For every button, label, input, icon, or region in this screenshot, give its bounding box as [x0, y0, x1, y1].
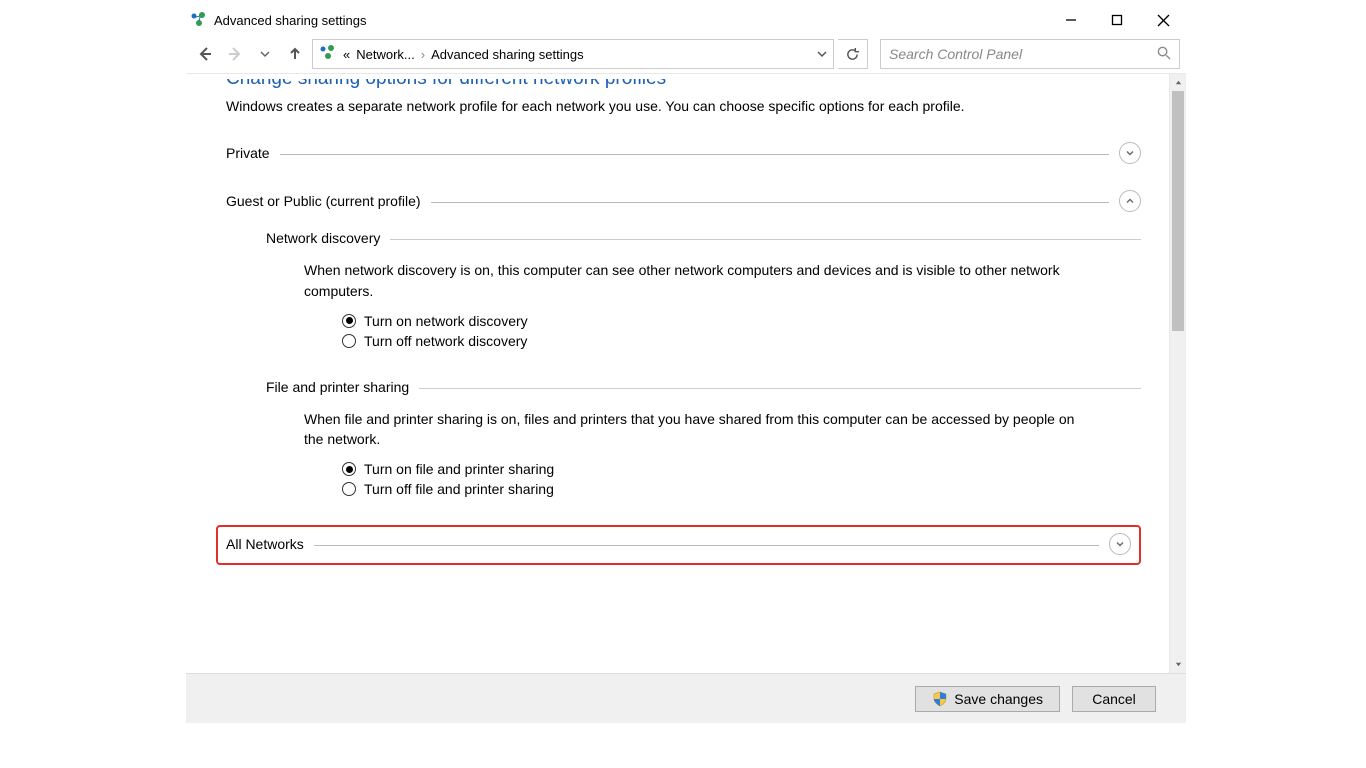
- back-button[interactable]: [192, 41, 218, 67]
- subsection-title-fp: File and printer sharing: [266, 379, 409, 395]
- button-label: Cancel: [1092, 691, 1136, 707]
- recent-locations-dropdown[interactable]: [252, 41, 278, 67]
- breadcrumb-separator-icon: ›: [421, 47, 425, 62]
- radio-fp-off[interactable]: Turn off file and printer sharing: [342, 479, 1141, 499]
- content-body: Change sharing options for different net…: [186, 74, 1169, 673]
- window-frame: Advanced sharing settings: [186, 5, 1186, 723]
- radio-fp-on[interactable]: Turn on file and printer sharing: [342, 459, 1141, 479]
- network-sharing-icon: [190, 11, 208, 29]
- network-sharing-icon: [319, 44, 337, 65]
- chevron-down-icon[interactable]: [817, 47, 827, 62]
- refresh-button[interactable]: [838, 39, 868, 69]
- section-title-all-networks: All Networks: [226, 536, 304, 552]
- section-title-guest: Guest or Public (current profile): [226, 193, 421, 209]
- divider: [419, 388, 1141, 389]
- section-guest-public: Guest or Public (current profile) Networ…: [226, 190, 1141, 499]
- section-private: Private: [226, 142, 1141, 164]
- uac-shield-icon: [932, 691, 948, 707]
- radio-label: Turn off file and printer sharing: [364, 481, 554, 497]
- save-changes-button[interactable]: Save changes: [915, 686, 1060, 712]
- radio-nd-on[interactable]: Turn on network discovery: [342, 311, 1141, 331]
- divider: [280, 154, 1109, 155]
- breadcrumb-prefix: «: [343, 47, 350, 62]
- up-button[interactable]: [282, 41, 308, 67]
- titlebar: Advanced sharing settings: [186, 5, 1186, 35]
- radio-group-fp: Turn on file and printer sharing Turn of…: [342, 459, 1141, 499]
- subsection-title-nd: Network discovery: [266, 230, 380, 246]
- subsection-network-discovery: Network discovery When network discovery…: [266, 230, 1141, 351]
- radio-icon: [342, 334, 356, 348]
- search-icon[interactable]: [1156, 45, 1171, 63]
- navigation-row: « Network... › Advanced sharing settings: [186, 35, 1186, 73]
- cancel-button[interactable]: Cancel: [1072, 686, 1156, 712]
- address-bar[interactable]: « Network... › Advanced sharing settings: [312, 39, 834, 69]
- search-input[interactable]: [889, 46, 1156, 62]
- annotation-highlight: All Networks: [216, 525, 1141, 565]
- divider: [431, 202, 1109, 203]
- close-button[interactable]: [1140, 5, 1186, 35]
- subsection-file-printer: File and printer sharing When file and p…: [266, 379, 1141, 500]
- expand-private-button[interactable]: [1119, 142, 1141, 164]
- window-title: Advanced sharing settings: [214, 13, 1048, 28]
- section-header-all-networks[interactable]: All Networks: [226, 533, 1131, 555]
- breadcrumb-current[interactable]: Advanced sharing settings: [431, 47, 583, 62]
- radio-icon: [342, 462, 356, 476]
- button-bar: Save changes Cancel: [186, 673, 1186, 723]
- radio-icon: [342, 482, 356, 496]
- breadcrumb-network[interactable]: Network...: [356, 47, 415, 62]
- page-description: Windows creates a separate network profi…: [226, 96, 1086, 116]
- divider: [314, 545, 1099, 546]
- scroll-up-button[interactable]: [1170, 74, 1186, 91]
- radio-nd-off[interactable]: Turn off network discovery: [342, 331, 1141, 351]
- radio-label: Turn on network discovery: [364, 313, 528, 329]
- search-box[interactable]: [880, 39, 1180, 69]
- subsection-desc-nd: When network discovery is on, this compu…: [304, 260, 1084, 301]
- radio-label: Turn on file and printer sharing: [364, 461, 554, 477]
- page-heading: Change sharing options for different net…: [226, 74, 1141, 90]
- minimize-button[interactable]: [1048, 5, 1094, 35]
- radio-label: Turn off network discovery: [364, 333, 527, 349]
- scroll-down-button[interactable]: [1170, 656, 1186, 673]
- radio-icon: [342, 314, 356, 328]
- section-header-private[interactable]: Private: [226, 142, 1141, 164]
- subsection-desc-fp: When file and printer sharing is on, fil…: [304, 409, 1084, 450]
- expand-all-networks-button[interactable]: [1109, 533, 1131, 555]
- vertical-scrollbar[interactable]: [1169, 74, 1186, 673]
- content-area: Change sharing options for different net…: [186, 73, 1186, 673]
- section-header-guest[interactable]: Guest or Public (current profile): [226, 190, 1141, 212]
- divider: [390, 239, 1141, 240]
- collapse-guest-button[interactable]: [1119, 190, 1141, 212]
- maximize-button[interactable]: [1094, 5, 1140, 35]
- forward-button[interactable]: [222, 41, 248, 67]
- button-label: Save changes: [954, 691, 1043, 707]
- scroll-thumb[interactable]: [1172, 91, 1184, 331]
- section-title-private: Private: [226, 145, 270, 161]
- scroll-track[interactable]: [1170, 91, 1186, 656]
- radio-group-nd: Turn on network discovery Turn off netwo…: [342, 311, 1141, 351]
